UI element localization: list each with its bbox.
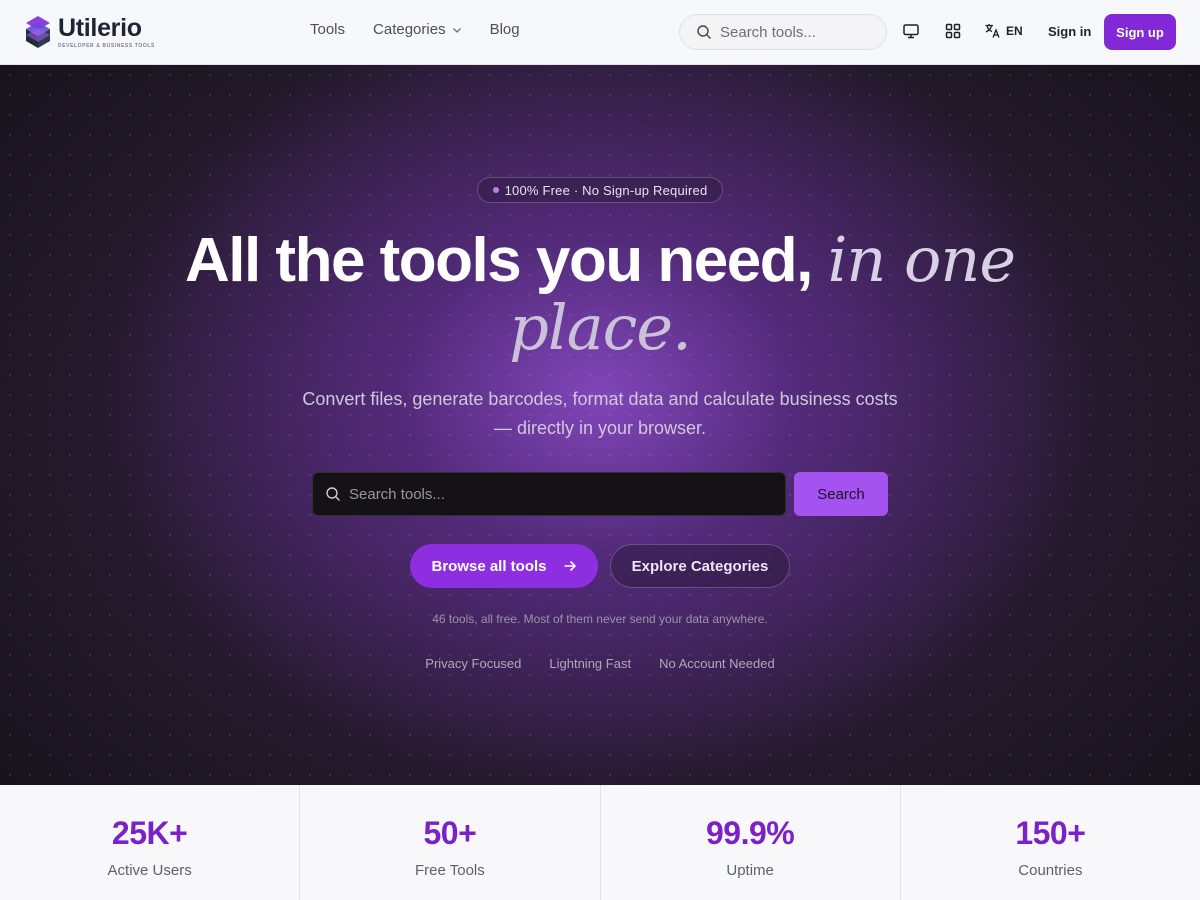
feature-item: Lightning Fast — [549, 656, 632, 671]
stat-active-users: 25K+ Active Users — [0, 785, 301, 900]
site-header: Utilerio DEVELOPER & BUSINESS TOOLS Tool… — [0, 0, 1200, 65]
headline-italic-2: place. — [509, 291, 692, 364]
search-icon — [697, 25, 711, 39]
headline-italic-1: in one — [827, 223, 1016, 296]
logo-name: Utilerio — [58, 13, 142, 42]
feature-list: Privacy Focused Lightning Fast No Accoun… — [0, 656, 1200, 671]
signup-button[interactable]: Sign up — [1104, 14, 1176, 50]
stat-free-tools: 50+ Free Tools — [300, 785, 601, 900]
header-search-input[interactable] — [720, 23, 880, 41]
stat-label: Countries — [1018, 862, 1083, 879]
stats-bar: 25K+ Active Users 50+ Free Tools 99.9% U… — [0, 785, 1200, 900]
stat-value: 25K+ — [111, 815, 188, 851]
hero-headline: All the tools you need, in one — [0, 227, 1200, 294]
stat-uptime: 99.9% Uptime — [601, 785, 901, 900]
browse-label: Browse all tools — [431, 557, 547, 575]
nav-blog[interactable]: Blog — [490, 21, 520, 38]
badge-dot-icon — [492, 187, 499, 193]
nav-categories-label: Categories — [373, 21, 446, 38]
logo-cube-icon — [26, 16, 50, 48]
logo[interactable]: Utilerio DEVELOPER & BUSINESS TOOLS — [24, 15, 155, 49]
stat-label: Active Users — [107, 862, 192, 879]
stat-value: 50+ — [423, 815, 477, 851]
headline-main: All the tools you need, — [184, 226, 828, 295]
stat-value: 99.9% — [706, 815, 795, 851]
logo-tagline: DEVELOPER & BUSINESS TOOLS — [58, 42, 155, 49]
grid-icon[interactable] — [944, 22, 962, 40]
stat-label: Free Tools — [414, 862, 485, 879]
hero-search[interactable] — [312, 472, 786, 516]
signin-link[interactable]: Sign in — [1048, 24, 1091, 39]
nav-categories[interactable]: Categories — [373, 21, 462, 38]
hero-section: 100% Free · No Sign-up Required All the … — [0, 65, 1200, 785]
stat-value: 150+ — [1015, 815, 1086, 851]
explore-categories-button[interactable]: Explore Categories — [610, 544, 790, 588]
stat-countries: 150+ Countries — [901, 785, 1200, 900]
monitor-icon[interactable] — [902, 22, 920, 40]
badge-text: 100% Free · No Sign-up Required — [504, 182, 708, 198]
language-code: EN — [1006, 23, 1023, 38]
hero-subtitle: Convert files, generate barcodes, format… — [302, 389, 898, 438]
chevron-down-icon — [452, 27, 461, 33]
search-icon — [326, 487, 340, 501]
translate-icon — [985, 24, 1000, 38]
hero-search-button[interactable]: Search — [794, 472, 888, 516]
feature-item: Privacy Focused — [425, 656, 522, 671]
nav-blog-label: Blog — [489, 21, 520, 38]
free-badge: 100% Free · No Sign-up Required — [477, 177, 723, 203]
header-search[interactable] — [679, 14, 887, 50]
browse-all-tools-button[interactable]: Browse all tools — [410, 544, 598, 588]
nav-tools-label: Tools — [310, 21, 346, 38]
nav-tools[interactable]: Tools — [310, 21, 345, 38]
feature-item: No Account Needed — [659, 656, 775, 671]
main-nav: Tools Categories Blog — [310, 21, 548, 38]
stat-label: Uptime — [726, 862, 774, 879]
language-selector[interactable]: EN — [984, 22, 1023, 39]
hero-note: 46 tools, all free. Most of them never s… — [432, 612, 768, 626]
hero-search-input[interactable] — [349, 485, 769, 503]
arrow-right-icon — [564, 560, 576, 572]
